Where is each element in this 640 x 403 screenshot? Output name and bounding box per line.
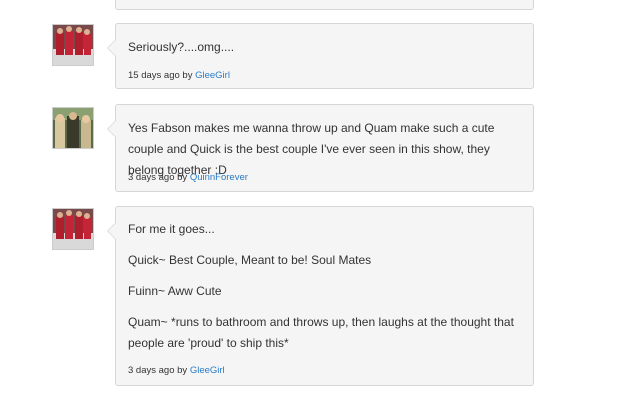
author-link[interactable]: QuinnForever	[190, 172, 248, 183]
avatar[interactable]	[52, 24, 94, 66]
comment-paragraph: Fuinn~ Aww Cute	[128, 284, 222, 298]
avatar[interactable]	[52, 208, 94, 250]
user-photo-icon	[53, 108, 93, 148]
comment-by: by	[182, 70, 193, 81]
comment-paragraph: For me it goes...	[128, 222, 215, 236]
comment-text: Seriously?....omg....	[128, 37, 521, 58]
comment-paragraph: Quick~ Best Couple, Meant to be! Soul Ma…	[128, 253, 372, 267]
comment-meta: 15 days ago by GleeGirl	[128, 70, 230, 81]
comments-page: Seriously?....omg.... 15 days ago by Gle…	[0, 0, 640, 403]
comment-bubble: For me it goes... Quick~ Best Couple, Me…	[107, 206, 534, 386]
comment-bubble: Yes Fabson makes me wanna throw up and Q…	[107, 104, 534, 192]
author-link[interactable]: GleeGirl	[195, 70, 230, 81]
user-photo-icon	[53, 25, 93, 65]
previous-comment-bubble	[115, 0, 534, 10]
comment-meta: 3 days ago by GleeGirl	[128, 365, 225, 376]
comment-paragraph: Quam~ *runs to bathroom and throws up, t…	[128, 315, 514, 350]
user-photo-icon	[53, 209, 93, 249]
comment-time: 15 days ago	[128, 70, 180, 81]
comment-time: 3 days ago	[128, 172, 175, 183]
comment-time: 3 days ago	[128, 365, 175, 376]
comment-bubble: Seriously?....omg.... 15 days ago by Gle…	[107, 23, 534, 89]
comment-paragraph: Seriously?....omg....	[128, 40, 235, 54]
comment-text: For me it goes... Quick~ Best Couple, Me…	[128, 219, 521, 354]
author-link[interactable]: GleeGirl	[190, 365, 225, 376]
avatar[interactable]	[52, 107, 94, 149]
comment-meta: 3 days ago by QuinnForever	[128, 172, 248, 183]
comment-by: by	[177, 172, 188, 183]
comment-by: by	[177, 365, 188, 376]
